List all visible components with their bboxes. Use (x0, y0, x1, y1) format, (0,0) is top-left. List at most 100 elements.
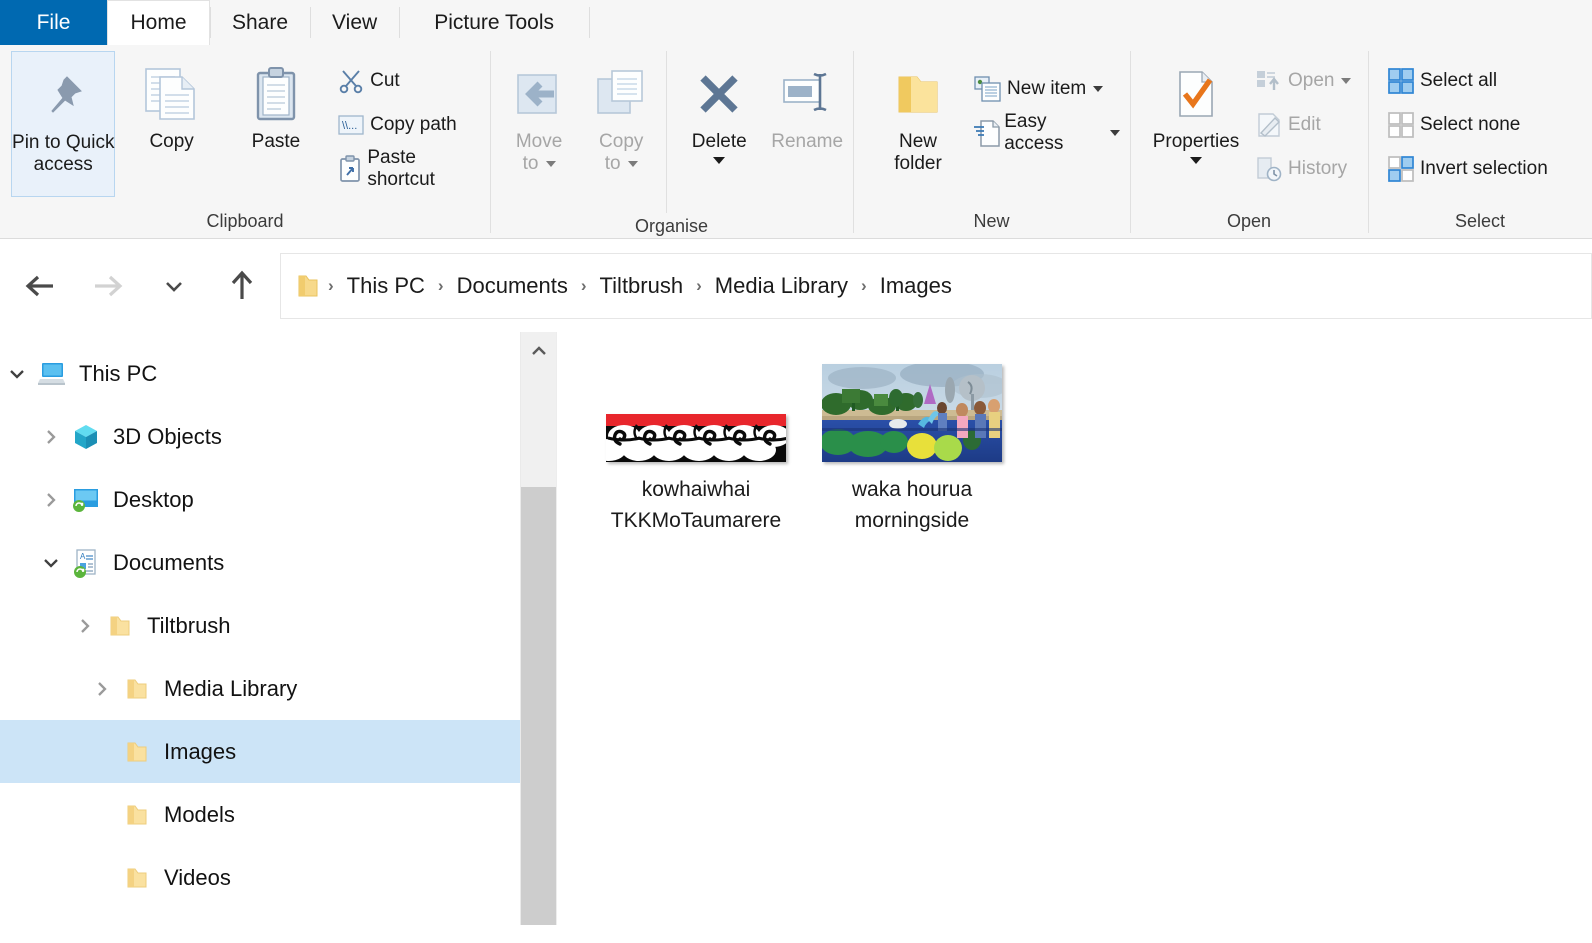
tree-item-this-pc[interactable]: This PC (0, 342, 520, 405)
back-button[interactable] (12, 258, 68, 314)
chevron-right-icon[interactable] (68, 616, 102, 636)
tree-item-3d-objects[interactable]: 3D Objects (0, 405, 520, 468)
edit-button[interactable]: Edit (1250, 103, 1361, 147)
chevron-down-icon[interactable] (34, 554, 68, 572)
file-item[interactable]: kowhaiwhai TKKMoTaumarere (601, 352, 791, 536)
folder-icon (119, 865, 155, 891)
delete-caret-icon[interactable] (713, 157, 726, 165)
tree-item-label: Images (164, 738, 237, 764)
up-button[interactable] (214, 258, 270, 314)
breadcrumb-separator[interactable]: › (430, 276, 452, 296)
chevron-right-icon[interactable] (34, 427, 68, 447)
tab-home[interactable]: Home (107, 0, 210, 45)
tab-share-label: Share (232, 10, 289, 34)
tree-item-tiltbrush[interactable]: Tiltbrush (0, 594, 520, 657)
breadcrumb-separator[interactable]: › (853, 276, 875, 296)
new-item-button[interactable]: New item (969, 67, 1130, 111)
scroll-up-icon[interactable] (521, 332, 556, 370)
svg-text:\\...: \\... (342, 120, 357, 132)
scrollbar-thumb[interactable] (521, 487, 556, 925)
tree-item-media-library[interactable]: Media Library (0, 657, 520, 720)
breadcrumb-item-tiltbrush[interactable]: Tiltbrush (595, 273, 689, 299)
properties-icon (1170, 57, 1222, 131)
pin-icon (35, 58, 91, 132)
copy-icon (142, 57, 202, 131)
pin-to-quick-access-button[interactable]: Pin to Quick access (11, 51, 116, 197)
tree-item-label: Media Library (164, 675, 298, 701)
select-none-button[interactable]: Select none (1382, 103, 1558, 147)
tree-item-models[interactable]: Models (0, 783, 520, 846)
move-to-button[interactable]: Move to (498, 51, 580, 175)
breadcrumb-item-images[interactable]: Images (875, 273, 957, 299)
copy-path-button[interactable]: \\... Copy path (332, 103, 490, 147)
copy-button[interactable]: Copy (119, 51, 223, 153)
invert-selection-button[interactable]: Invert selection (1382, 147, 1558, 191)
documents-icon: A (68, 548, 104, 578)
file-name: kowhaiwhai TKKMoTaumarere (610, 478, 782, 533)
breadcrumb-item-documents[interactable]: Documents (452, 273, 573, 299)
open-button[interactable]: Open (1250, 59, 1361, 103)
forward-button[interactable] (80, 258, 136, 314)
folder-icon (119, 802, 155, 828)
tree-item-images[interactable]: Images (0, 720, 520, 783)
copy-to-button[interactable]: Copy to (580, 51, 662, 175)
tree-item-desktop[interactable]: Desktop (0, 468, 520, 531)
recent-locations-button[interactable] (146, 258, 202, 314)
rename-icon (778, 57, 836, 131)
copy-path-icon: \\... (332, 113, 370, 137)
properties-caret-icon[interactable] (1190, 157, 1202, 165)
breadcrumb-separator[interactable]: › (688, 276, 710, 296)
tree-item-documents[interactable]: A Documents (0, 531, 520, 594)
tab-file[interactable]: File (0, 0, 107, 45)
tab-view[interactable]: View (310, 0, 399, 45)
tree-item-videos[interactable]: Videos (0, 846, 520, 909)
copy-to-icon (592, 57, 650, 131)
breadcrumb-item-this-pc[interactable]: This PC (342, 273, 430, 299)
navigation-pane: This PC 3D Objects Desktop A Documents T… (0, 332, 520, 925)
copy-to-label-1: Copy (599, 131, 644, 152)
navigation-pane-scrollbar[interactable] (520, 332, 556, 925)
file-list[interactable]: kowhaiwhai TKKMoTaumarere waka hourua mo… (556, 332, 1592, 925)
cut-button[interactable]: Cut (332, 59, 490, 103)
select-all-button[interactable]: Select all (1382, 59, 1558, 103)
tree-item-label: Videos (164, 864, 231, 890)
file-item[interactable]: waka hourua morningside (817, 352, 1007, 536)
open-label: Open (1288, 70, 1335, 91)
open-icon (1250, 68, 1288, 94)
history-button[interactable]: History (1250, 147, 1361, 191)
chevron-down-icon[interactable] (0, 365, 34, 383)
breadcrumb-separator[interactable]: › (573, 276, 595, 296)
tab-picture-tools[interactable]: Picture Tools (399, 0, 589, 45)
paste-shortcut-button[interactable]: Paste shortcut (332, 147, 490, 191)
properties-button[interactable]: Properties (1144, 51, 1248, 165)
clipboard-small-buttons: Cut \\... Copy path Paste shortcut (332, 51, 490, 191)
paste-label: Paste (251, 131, 301, 152)
select-all-icon (1382, 67, 1420, 95)
easy-access-caret-icon[interactable] (1110, 130, 1120, 136)
kowhaiwhai-pattern-thumbnail (606, 414, 786, 462)
open-small-buttons: Open Edit History (1250, 51, 1361, 191)
paste-icon (247, 57, 305, 131)
chevron-right-icon[interactable] (34, 490, 68, 510)
easy-access-button[interactable]: Easy access (969, 111, 1130, 155)
new-folder-button[interactable]: New folder (873, 51, 963, 175)
open-caret-icon[interactable] (1341, 78, 1352, 84)
new-folder-label-2: folder (894, 153, 942, 175)
ribbon-group-organise: Move to Copy to Delete Rename Organise (490, 45, 853, 238)
tree-item-label: Desktop (113, 486, 194, 512)
cut-label: Cut (370, 70, 400, 91)
delete-button[interactable]: Delete (677, 51, 761, 165)
breadcrumb-item-media-library[interactable]: Media Library (710, 273, 853, 299)
new-small-buttons: New item Easy access (969, 51, 1130, 155)
new-item-caret-icon[interactable] (1093, 86, 1104, 92)
copy-to-label-2: to (605, 153, 638, 175)
delete-icon (691, 57, 747, 131)
tab-share[interactable]: Share (210, 0, 310, 45)
rename-button[interactable]: Rename (761, 51, 853, 153)
delete-label: Delete (691, 131, 747, 152)
paste-button[interactable]: Paste (224, 51, 328, 153)
tab-home-label: Home (130, 11, 187, 34)
chevron-right-icon[interactable] (85, 679, 119, 699)
breadcrumb[interactable]: › This PC › Documents › Tiltbrush › Medi… (280, 252, 1592, 319)
tree-item-label: Documents (113, 549, 225, 575)
